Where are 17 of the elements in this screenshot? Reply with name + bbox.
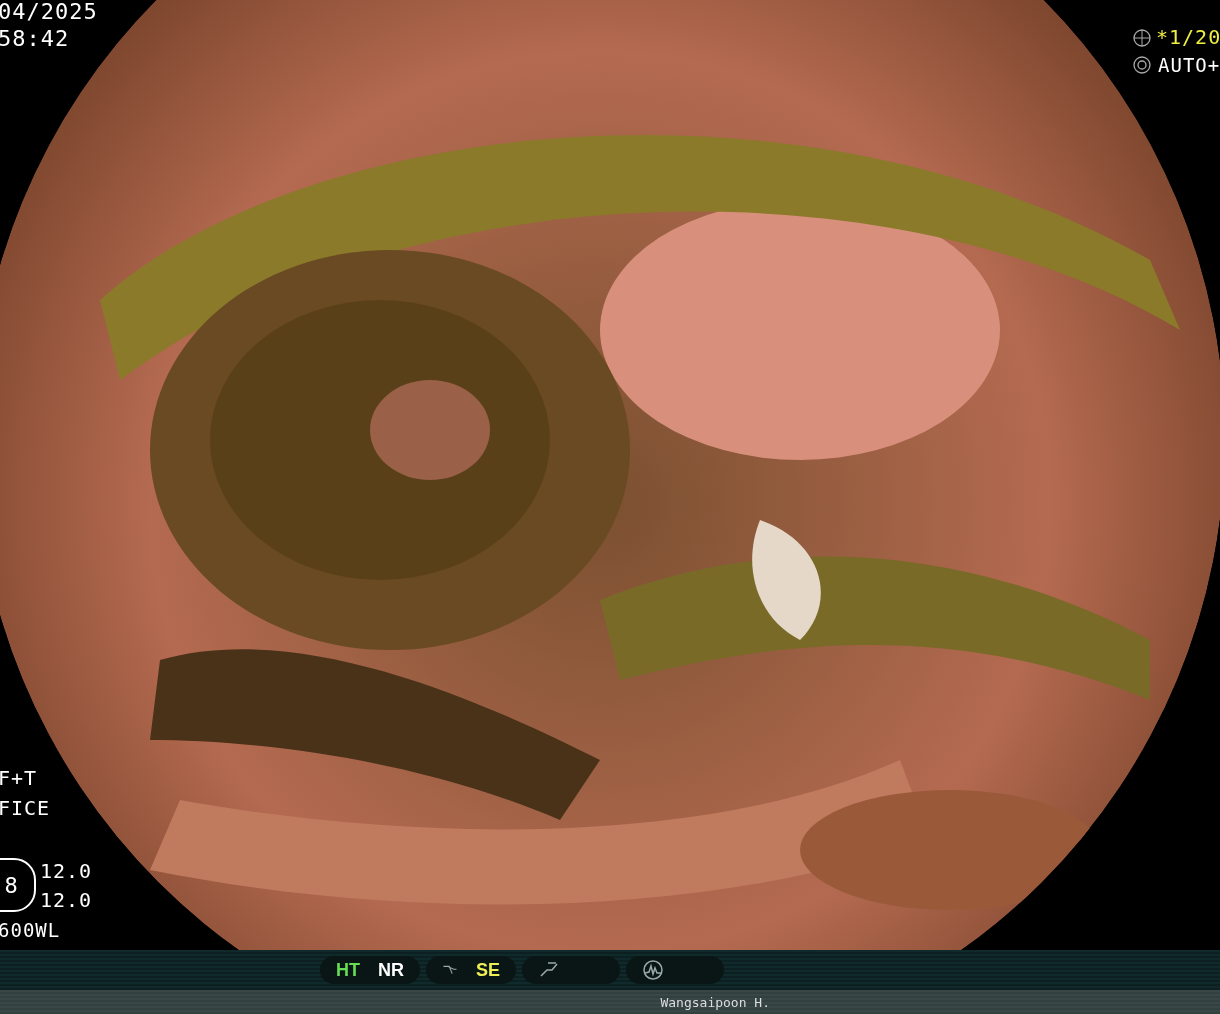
waveform-icon	[642, 959, 664, 981]
iris-text: AUTO+	[1158, 56, 1220, 75]
mode-text: F+T	[0, 768, 38, 788]
scope-model-text: 600WL	[0, 921, 61, 940]
status-label: SE	[476, 959, 500, 981]
status-label: NR	[378, 959, 404, 981]
value-text: 12.0	[40, 890, 93, 910]
value-text: 12.0	[40, 861, 93, 881]
iris-icon	[1133, 56, 1151, 74]
mode-text: FICE	[0, 798, 51, 818]
shutter-icon	[1133, 29, 1151, 47]
operator-name: Wangsaipoon H.	[660, 994, 770, 1010]
time-text: 58:42	[0, 28, 70, 50]
scope-badge: 8	[0, 858, 36, 912]
status-label: HT	[336, 959, 360, 981]
shutter-text: *1/20	[1156, 27, 1220, 47]
date-text: 04/2025	[0, 1, 98, 23]
